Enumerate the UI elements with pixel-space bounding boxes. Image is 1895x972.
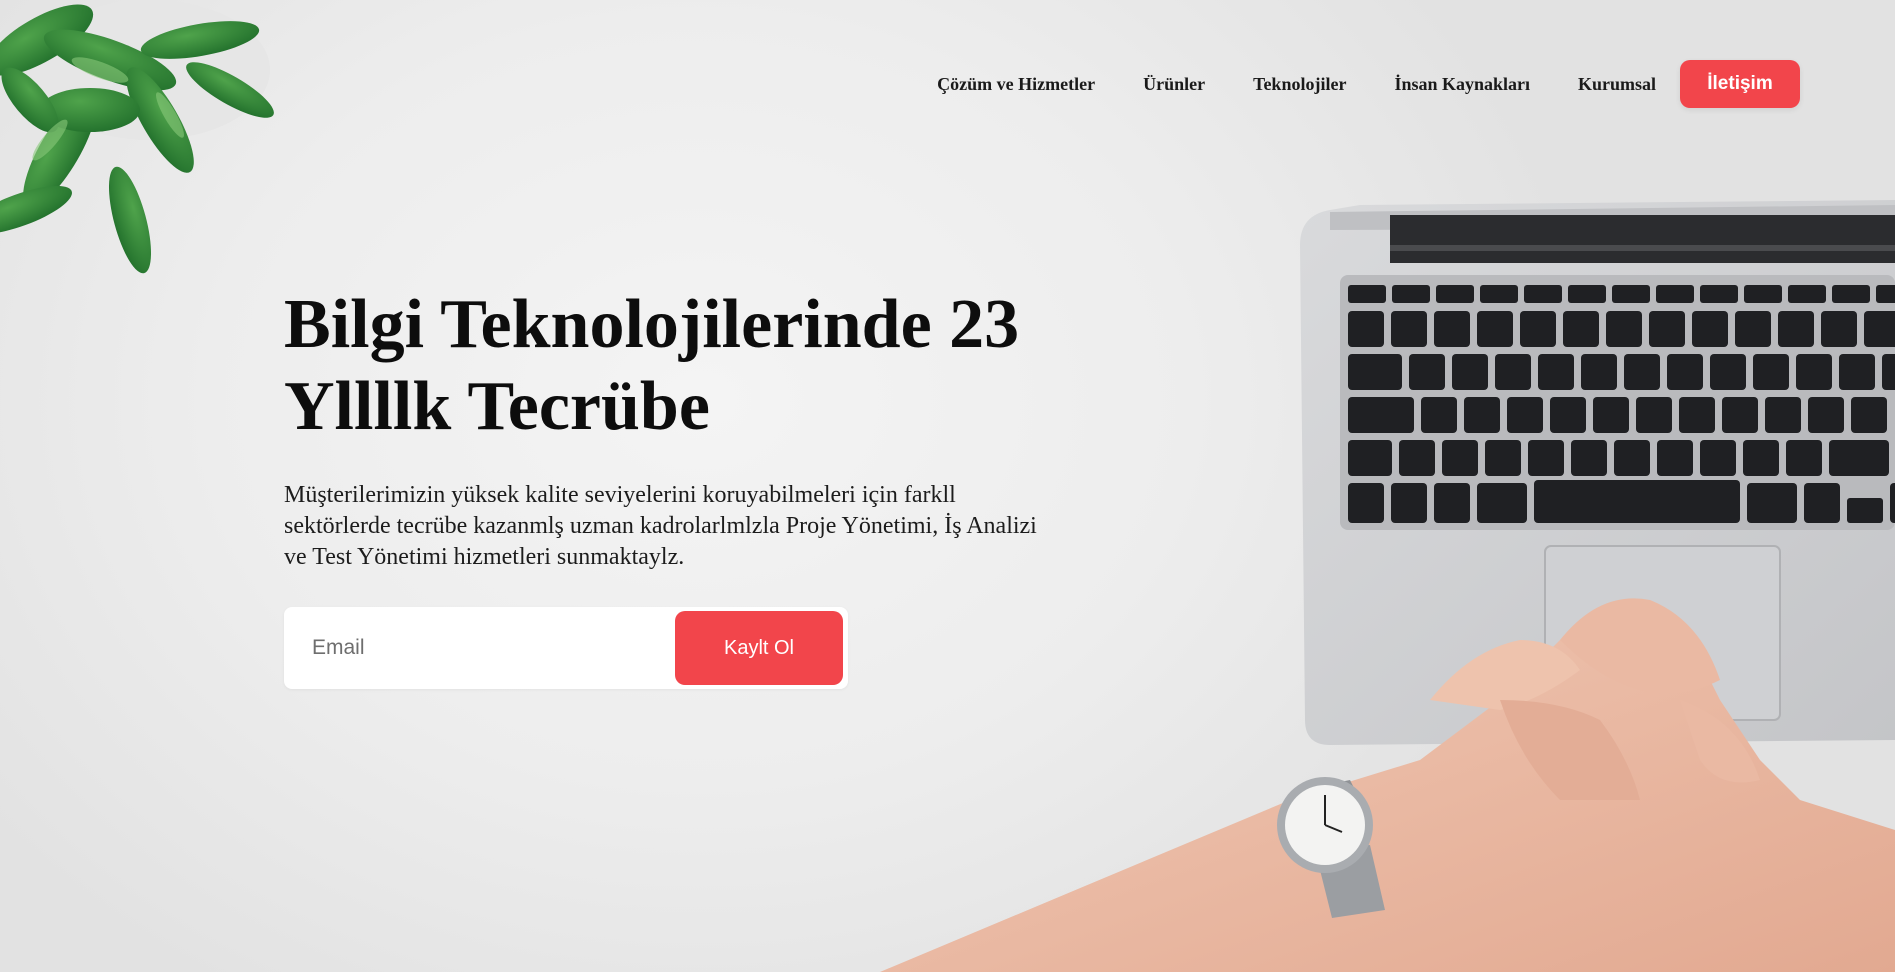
nav-item-insan-kaynaklari[interactable]: İnsan Kaynakları <box>1394 74 1530 95</box>
signup-button[interactable]: Kaylt Ol <box>675 611 843 685</box>
email-input[interactable] <box>284 607 675 689</box>
hero-description: Müşterilerimizin yüksek kalite seviyeler… <box>284 482 1037 570</box>
nav-item-urunler[interactable]: Ürünler <box>1143 74 1205 95</box>
plant-image <box>0 0 274 274</box>
hero-title-line2: Yllllk Tecrübe <box>284 368 710 445</box>
contact-button[interactable]: İletişim <box>1680 60 1800 108</box>
hero-title: Bilgi Teknolojilerinde 23 Yllllk Tecrübe <box>284 284 1084 448</box>
nav-item-kurumsal[interactable]: Kurumsal <box>1578 74 1656 95</box>
nav-item-cozum-ve-hizmetler[interactable]: Çözüm ve Hizmetler <box>937 74 1095 95</box>
hero-title-line1: Bilgi Teknolojilerinde 23 <box>284 286 1020 363</box>
signup-form: Kaylt Ol <box>284 607 848 689</box>
nav-item-teknolojiler[interactable]: Teknolojiler <box>1253 74 1346 95</box>
main-navigation: Çözüm ve Hizmetler Ürünler Teknolojiler … <box>937 60 1800 108</box>
